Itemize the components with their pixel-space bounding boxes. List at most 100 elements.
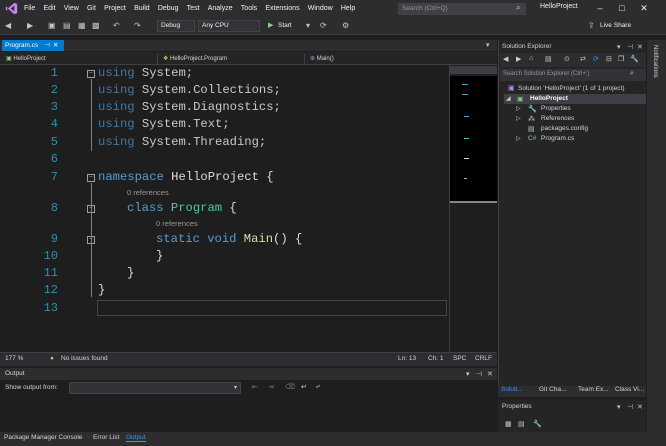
expand-right-icon[interactable]: ▷	[516, 115, 521, 122]
alphabetical-icon[interactable]: ▤	[518, 420, 525, 428]
sync-icon[interactable]: ⇄	[580, 55, 586, 63]
refresh-icon[interactable]: ⟳	[593, 55, 599, 63]
minimize-button[interactable]: –	[590, 1, 610, 15]
tree-item-properties[interactable]: Properties	[541, 105, 571, 112]
redo-icon[interactable]: ↷	[134, 20, 141, 32]
close-tab-icon[interactable]: ✕	[53, 42, 58, 49]
toolbar-tools-icon[interactable]: ⚙	[342, 20, 349, 32]
code-text: System.Diagnostics;	[134, 100, 281, 114]
pending-changes-filter-icon[interactable]: ⊙	[564, 55, 570, 63]
menu-edit[interactable]: Edit	[43, 5, 55, 12]
close-icon[interactable]: ✕	[637, 403, 643, 411]
platform-select[interactable]: Any CPU	[198, 20, 260, 32]
project-node[interactable]: HelloProject	[530, 95, 568, 102]
property-pages-icon[interactable]: 🔧	[533, 420, 542, 428]
menu-git[interactable]: Git	[87, 5, 96, 12]
home-icon[interactable]: ⌂	[529, 55, 533, 62]
tab-git-changes[interactable]: Git Cha...	[539, 386, 566, 393]
tab-output[interactable]: Output	[126, 434, 146, 442]
pin-icon[interactable]: ⊣	[476, 370, 482, 378]
menu-window[interactable]: Window	[308, 5, 333, 12]
undo-icon[interactable]: ↶	[113, 20, 120, 32]
maximize-button[interactable]: □	[612, 1, 632, 15]
forward-icon[interactable]: ▶	[516, 55, 521, 63]
expand-right-icon[interactable]: ▷	[516, 135, 521, 142]
categorized-icon[interactable]: ▦	[505, 420, 512, 428]
solution-search-input[interactable]: Search Solution Explorer (Ctrl+;)	[500, 69, 646, 81]
line-ending-indicator[interactable]: CRLF	[475, 355, 492, 362]
configuration-select[interactable]: Debug	[157, 20, 195, 32]
tab-package-manager-console[interactable]: Package Manager Console	[4, 434, 82, 441]
issues-status[interactable]: No issues found	[61, 355, 108, 362]
menu-debug[interactable]: Debug	[158, 5, 179, 12]
member-dropdown[interactable]: ⊕ Main()	[307, 54, 487, 64]
tab-error-list[interactable]: Error List	[93, 434, 119, 441]
dropdown-icon[interactable]: ▾	[617, 403, 621, 411]
visual-studio-logo-icon	[5, 2, 18, 15]
project-dropdown[interactable]: ▣ HelloProject	[3, 54, 158, 64]
find-icon[interactable]: ⇤	[252, 383, 258, 391]
splitter-handle[interactable]	[450, 66, 497, 74]
solution-root[interactable]: Solution 'HelloProject' (1 of 1 project)	[518, 85, 625, 92]
menu-analyze[interactable]: Analyze	[208, 5, 233, 12]
show-all-files-icon[interactable]: ❐	[618, 55, 624, 63]
pin-icon[interactable]: ⊣	[44, 42, 50, 49]
search-input[interactable]: Search (Ctrl+Q)	[398, 3, 526, 15]
close-icon[interactable]: ✕	[487, 370, 493, 378]
tree-item-references[interactable]: References	[541, 115, 574, 122]
properties-icon[interactable]: 🔧	[630, 55, 639, 63]
dropdown-icon[interactable]: ▾	[466, 370, 470, 378]
clear-all-icon[interactable]: ⌫	[285, 383, 295, 391]
expand-right-icon[interactable]: ▷	[516, 105, 521, 112]
start-button[interactable]: Start	[278, 20, 292, 32]
save-icon[interactable]: ▦	[78, 20, 86, 32]
menu-extensions[interactable]: Extensions	[265, 5, 299, 12]
switch-views-icon[interactable]: ▤	[545, 55, 552, 63]
back-icon[interactable]: ◀	[503, 55, 508, 63]
notifications-tab[interactable]: Notifications	[652, 45, 658, 78]
menu-help[interactable]: Help	[341, 5, 355, 12]
menu-file[interactable]: File	[24, 5, 35, 12]
pin-icon[interactable]: ⊣	[627, 43, 633, 51]
new-item-icon[interactable]: ▣	[48, 20, 56, 32]
whitespace-indicator[interactable]: SPC	[453, 355, 466, 362]
codelens-references[interactable]: 0 references	[127, 188, 169, 197]
collapse-toggle[interactable]: −	[87, 174, 95, 182]
live-share-button[interactable]: Live Share	[600, 20, 631, 32]
close-button[interactable]: ✕	[634, 1, 654, 15]
zoom-level[interactable]: 177 %	[5, 355, 23, 362]
next-message-icon[interactable]: ⇥	[268, 383, 274, 391]
tab-solution-explorer[interactable]: Soluti...	[501, 386, 523, 393]
collapse-toggle[interactable]: −	[87, 70, 95, 78]
expand-down-icon[interactable]: ◢	[506, 95, 511, 102]
codelens-references[interactable]: 0 references	[156, 219, 198, 228]
menu-tools[interactable]: Tools	[241, 5, 257, 12]
back-icon[interactable]: ◀	[5, 20, 11, 32]
tree-item-packages-config[interactable]: packages.config	[541, 125, 588, 132]
menu-view[interactable]: View	[64, 5, 79, 12]
dropdown-icon[interactable]: ▾	[617, 43, 621, 51]
tab-program-cs[interactable]: Program.cs ⊣ ✕	[2, 40, 64, 51]
start-icon[interactable]: ▶	[268, 21, 273, 29]
debug-target-icon[interactable]: ▾	[306, 20, 310, 32]
tree-item-program-cs[interactable]: Program.cs	[541, 135, 574, 142]
menu-project[interactable]: Project	[104, 5, 126, 12]
type-dropdown[interactable]: ❖ HelloProject.Program	[160, 54, 305, 64]
browser-link-icon[interactable]: ⟳	[320, 20, 327, 32]
menu-test[interactable]: Test	[187, 5, 200, 12]
tab-overflow-icon[interactable]: ▾	[486, 41, 490, 49]
tab-team-explorer[interactable]: Team Ex...	[578, 386, 609, 393]
close-icon[interactable]: ✕	[637, 43, 643, 51]
word-wrap-icon[interactable]: ↵	[301, 383, 307, 391]
menu-build[interactable]: Build	[134, 5, 150, 12]
pin-icon[interactable]: ⊣	[627, 403, 633, 411]
tab-class-view[interactable]: Class Vi...	[615, 386, 644, 393]
output-source-select[interactable]	[69, 382, 241, 394]
toggle-wrap-icon[interactable]: ⤶	[316, 383, 320, 391]
live-share-icon[interactable]: ⇪	[588, 21, 595, 30]
open-icon[interactable]: ▤	[63, 20, 71, 32]
forward-icon[interactable]: ▶	[27, 20, 33, 32]
minimap-view[interactable]	[450, 76, 497, 201]
save-all-icon[interactable]: ▩	[92, 20, 100, 32]
collapse-all-icon[interactable]: ⊟	[606, 55, 612, 63]
